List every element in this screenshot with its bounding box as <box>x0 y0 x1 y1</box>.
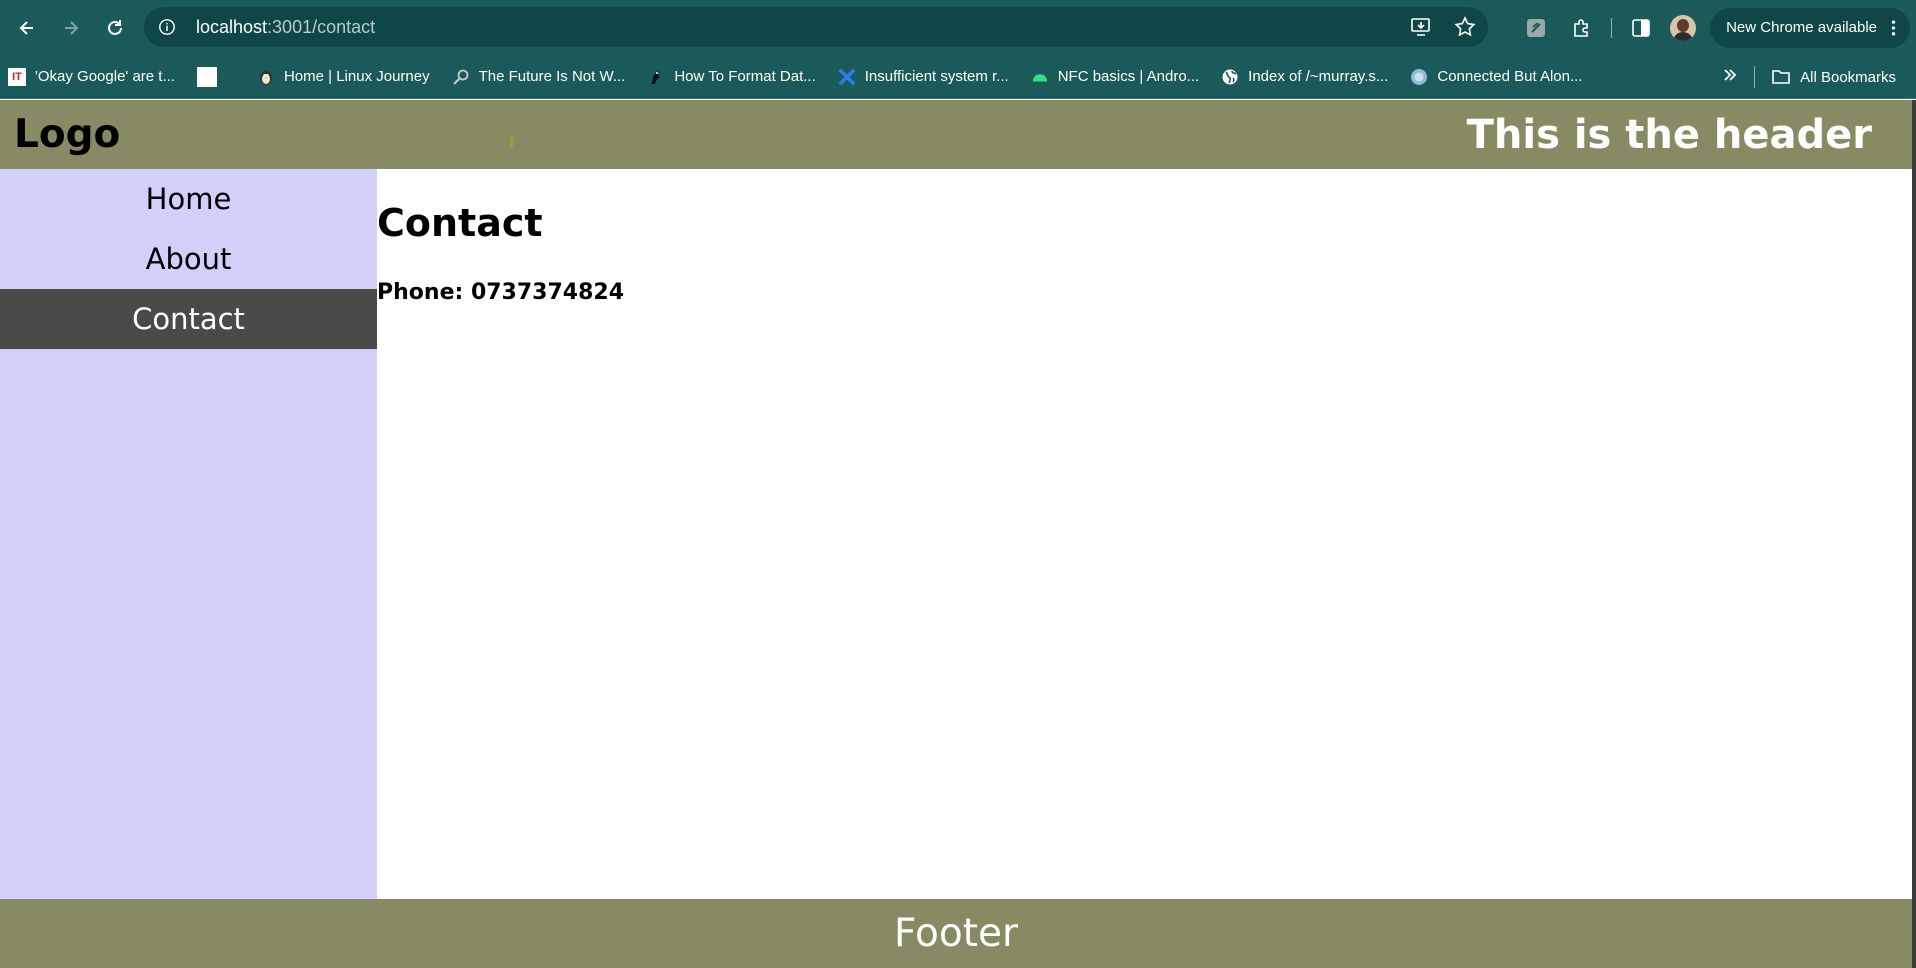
update-chrome-button[interactable]: New Chrome available <box>1710 7 1910 48</box>
update-chrome-label: New Chrome available <box>1726 19 1877 36</box>
bookmark-item[interactable]: The Future Is Not W... <box>452 68 626 86</box>
android-favicon <box>1031 68 1049 86</box>
install-app-icon[interactable] <box>1410 16 1432 38</box>
bookmark-item[interactable] <box>196 66 235 87</box>
text-cursor-mark <box>510 136 513 147</box>
bookmarks-bar: IT 'Okay Google' are t... Home | Linux J… <box>0 55 1916 99</box>
reload-icon <box>108 19 122 35</box>
sidebar-nav: Home About Contact <box>0 169 377 899</box>
forward-button[interactable] <box>54 11 88 45</box>
blank-favicon <box>196 66 217 87</box>
window-edge <box>1912 100 1916 968</box>
vscode-favicon <box>838 68 856 86</box>
bookmark-label: The Future Is Not W... <box>478 68 626 85</box>
bird-favicon <box>647 68 665 86</box>
bookmarks-divider <box>1754 66 1756 88</box>
url-path: :3001/contact <box>267 16 376 37</box>
ted-favicon <box>1410 68 1428 86</box>
bookmark-label: Index of /~murray.s... <box>1248 68 1389 85</box>
bookmark-label: Insufficient system r... <box>864 68 1009 85</box>
header-title: This is the header <box>1466 111 1872 158</box>
forward-arrow-icon <box>65 20 79 35</box>
magnifier-favicon <box>452 68 470 86</box>
extension-icon-s[interactable] <box>1519 11 1553 45</box>
penguin-favicon <box>257 68 275 86</box>
folder-icon <box>1772 70 1790 84</box>
bookmark-item[interactable]: IT 'Okay Google' are t... <box>8 67 175 86</box>
bookmark-label: 'Okay Google' are t... <box>35 68 175 85</box>
bookmark-label: NFC basics | Andro... <box>1057 68 1200 85</box>
globe-favicon <box>1221 68 1239 86</box>
bookmark-item[interactable]: Connected But Alon... <box>1410 68 1582 86</box>
url-text: localhost:3001/contact <box>196 17 375 38</box>
url-host: localhost <box>196 16 268 37</box>
phone-text: Phone: 0737374824 <box>377 280 625 305</box>
site-info-icon[interactable] <box>152 12 182 42</box>
it-favicon: IT <box>8 67 26 86</box>
more-vertical-icon <box>1891 20 1896 35</box>
back-arrow-icon <box>19 20 33 35</box>
all-bookmarks-label: All Bookmarks <box>1800 68 1896 86</box>
footer-text: Footer <box>893 911 1019 956</box>
sidebar-item-contact[interactable]: Contact <box>0 289 377 349</box>
site-header: Logo This is the header <box>0 100 1912 169</box>
sidebar-item-about[interactable]: About <box>0 229 377 289</box>
address-bar[interactable]: localhost:3001/contact <box>144 7 1488 47</box>
browser-toolbar: localhost:3001/contact New Chrome availa… <box>0 0 1916 55</box>
logo[interactable]: Logo <box>14 112 120 157</box>
bookmark-item[interactable]: Index of /~murray.s... <box>1221 68 1388 86</box>
bookmark-label: Connected But Alon... <box>1437 68 1583 85</box>
bookmark-item[interactable]: Insufficient system r... <box>838 68 1009 86</box>
bookmark-item[interactable]: Home | Linux Journey <box>257 68 430 86</box>
extensions-puzzle-icon[interactable] <box>1565 11 1599 45</box>
bookmark-label: How To Format Dat... <box>674 68 816 85</box>
page-title: Contact <box>377 201 543 245</box>
back-button[interactable] <box>10 11 44 45</box>
bookmark-item[interactable]: How To Format Dat... <box>647 68 816 86</box>
all-bookmarks-button[interactable]: All Bookmarks <box>1771 68 1896 86</box>
main-content: Contact Phone: 0737374824 <box>377 169 1912 899</box>
bookmark-star-icon[interactable] <box>1454 16 1476 38</box>
more-bookmarks-icon[interactable] <box>1722 67 1738 87</box>
bookmark-label: Home | Linux Journey <box>283 68 430 85</box>
bookmark-item[interactable]: NFC basics | Andro... <box>1031 68 1199 86</box>
profile-avatar[interactable] <box>1670 14 1697 41</box>
toolbar-divider <box>1611 17 1613 38</box>
site-footer: Footer <box>0 899 1912 968</box>
sidebar-item-home[interactable]: Home <box>0 169 377 229</box>
reload-button[interactable] <box>98 11 132 45</box>
side-panel-icon[interactable] <box>1624 11 1658 45</box>
